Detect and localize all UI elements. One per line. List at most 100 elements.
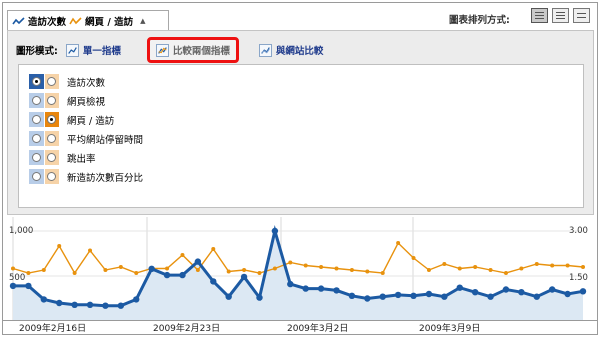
single-metric-option[interactable]: 單一指標 [65, 43, 121, 57]
single-metric-chart-icon [65, 43, 79, 57]
metric-label: 新造訪次數百分比 [67, 172, 144, 184]
radio-dot [47, 115, 57, 124]
metric-row: 造訪次數 [29, 74, 105, 89]
chart-plot [3, 217, 597, 321]
data-point-visits [240, 273, 248, 281]
data-point-pages-per-visit [180, 253, 185, 257]
data-point-pages-per-visit [349, 268, 354, 272]
graph-mode-row: 圖形模式: 單一指標 比較兩個指標 與網站比較 [16, 37, 323, 63]
data-point-pages-per-visit [41, 268, 46, 272]
data-point-pages-per-visit [550, 263, 555, 268]
radio-dot [31, 115, 41, 124]
metric-selector-tab[interactable]: 造訪次數 網頁 / 造訪 ▲ [7, 10, 169, 30]
radio-dot [31, 153, 41, 162]
data-point-pages-per-visit [457, 266, 462, 271]
data-point-visits [148, 265, 155, 272]
chart-view-icon[interactable] [531, 8, 548, 23]
data-point-visits [487, 293, 494, 300]
x-axis-label: 2009年2月16日 [19, 324, 87, 334]
data-point-pages-per-visit [365, 269, 370, 274]
data-point-pages-per-visit [88, 248, 93, 253]
data-point-visits [86, 301, 94, 308]
x-axis-label: 2009年3月9日 [419, 324, 481, 334]
metric-radio-pair [29, 169, 60, 184]
data-point-visits [287, 280, 294, 288]
radio-dot [31, 96, 41, 105]
data-point-visits [518, 289, 525, 296]
primary-metric-radio[interactable] [29, 93, 44, 108]
secondary-metric-radio[interactable] [44, 169, 59, 184]
data-point-pages-per-visit [211, 247, 216, 251]
data-point-pages-per-visit [242, 268, 247, 272]
radio-dot [47, 77, 57, 86]
data-point-pages-per-visit [165, 266, 170, 271]
metric-row: 平均網站停留時間 [29, 131, 143, 146]
compare-site-option[interactable]: 與網站比較 [258, 43, 323, 57]
data-point-visits [256, 294, 263, 301]
series-line-pages-per-visit [12, 241, 584, 275]
line-chart: 1,000 500 3.00 1.50 2009年2月16日 2009年2月23… [3, 217, 597, 335]
data-point-visits [394, 291, 402, 299]
data-point-visits [471, 289, 479, 296]
data-point-pages-per-visit [503, 271, 508, 275]
primary-metric-radio[interactable] [29, 74, 44, 89]
compare-two-metrics-chart-icon [155, 43, 169, 57]
data-point-visits [71, 301, 78, 308]
data-point-pages-per-visit [581, 265, 585, 269]
right-axis-tick: 3.00 [569, 226, 588, 236]
data-point-pages-per-visit [426, 268, 431, 272]
secondary-metric-radio[interactable] [44, 93, 59, 108]
metric-row: 網頁 / 造訪 [29, 112, 114, 127]
primary-metric-radio[interactable] [29, 112, 44, 127]
data-point-visits [56, 299, 63, 307]
x-axis-label: 2009年2月23日 [153, 324, 221, 334]
metric-label: 造訪次數 [67, 77, 106, 89]
secondary-metric-radio[interactable] [44, 150, 59, 165]
metric-row: 新造訪次數百分比 [29, 169, 143, 184]
radio-dot [47, 96, 57, 105]
data-point-pages-per-visit [272, 266, 277, 271]
series-a-label: 造訪次數 [28, 16, 67, 28]
table-view-icon[interactable] [552, 8, 569, 23]
data-point-visits [502, 286, 510, 293]
primary-metric-radio[interactable] [29, 169, 44, 184]
data-point-visits [9, 282, 17, 290]
series-b-label: 網頁 / 造訪 [85, 16, 134, 28]
data-point-pages-per-visit [519, 266, 524, 271]
data-point-visits [102, 302, 109, 309]
secondary-metric-radio[interactable] [44, 131, 59, 146]
primary-metric-radio[interactable] [29, 131, 44, 146]
data-point-visits [210, 278, 217, 285]
metric-row: 跳出率 [29, 150, 96, 165]
metric-label: 跳出率 [67, 153, 96, 165]
data-point-pages-per-visit [303, 263, 308, 268]
data-point-visits [302, 285, 309, 292]
secondary-metric-radio[interactable] [44, 112, 59, 127]
radio-dot [31, 77, 41, 86]
list-view-icon[interactable] [573, 8, 590, 23]
data-point-visits [317, 285, 325, 292]
metric-radio-pair [29, 150, 60, 165]
data-point-pages-per-visit [195, 268, 200, 272]
compare-two-metrics-option[interactable]: 比較兩個指標 [146, 37, 239, 63]
blue-line-icon [12, 16, 25, 24]
data-point-pages-per-visit [334, 266, 339, 271]
data-point-visits [548, 286, 556, 293]
x-axis: 2009年2月16日 2009年2月23日 2009年3月2日 2009年3月9… [11, 321, 591, 335]
data-point-pages-per-visit [257, 271, 262, 275]
data-point-pages-per-visit [442, 262, 447, 266]
data-point-visits [163, 271, 171, 279]
data-point-pages-per-visit [226, 269, 231, 274]
metric-radio-pair [29, 131, 60, 146]
graph-mode-panel: 圖形模式: 單一指標 比較兩個指標 與網站比較 造訪次數 網頁檢視 網頁 / 造訪平… [7, 30, 594, 215]
metric-radio-pair [29, 112, 60, 127]
data-point-pages-per-visit [411, 256, 416, 260]
secondary-metric-radio[interactable] [44, 74, 59, 89]
data-point-visits [333, 287, 340, 294]
metric-list: 造訪次數 網頁檢視 網頁 / 造訪 平均網站停留時間 跳出率 新造訪次數百分比 [18, 64, 584, 208]
data-point-visits [194, 258, 202, 265]
data-point-pages-per-visit [534, 262, 539, 266]
primary-metric-radio[interactable] [29, 150, 44, 165]
metric-radio-pair [29, 74, 60, 89]
data-point-visits [25, 282, 32, 290]
